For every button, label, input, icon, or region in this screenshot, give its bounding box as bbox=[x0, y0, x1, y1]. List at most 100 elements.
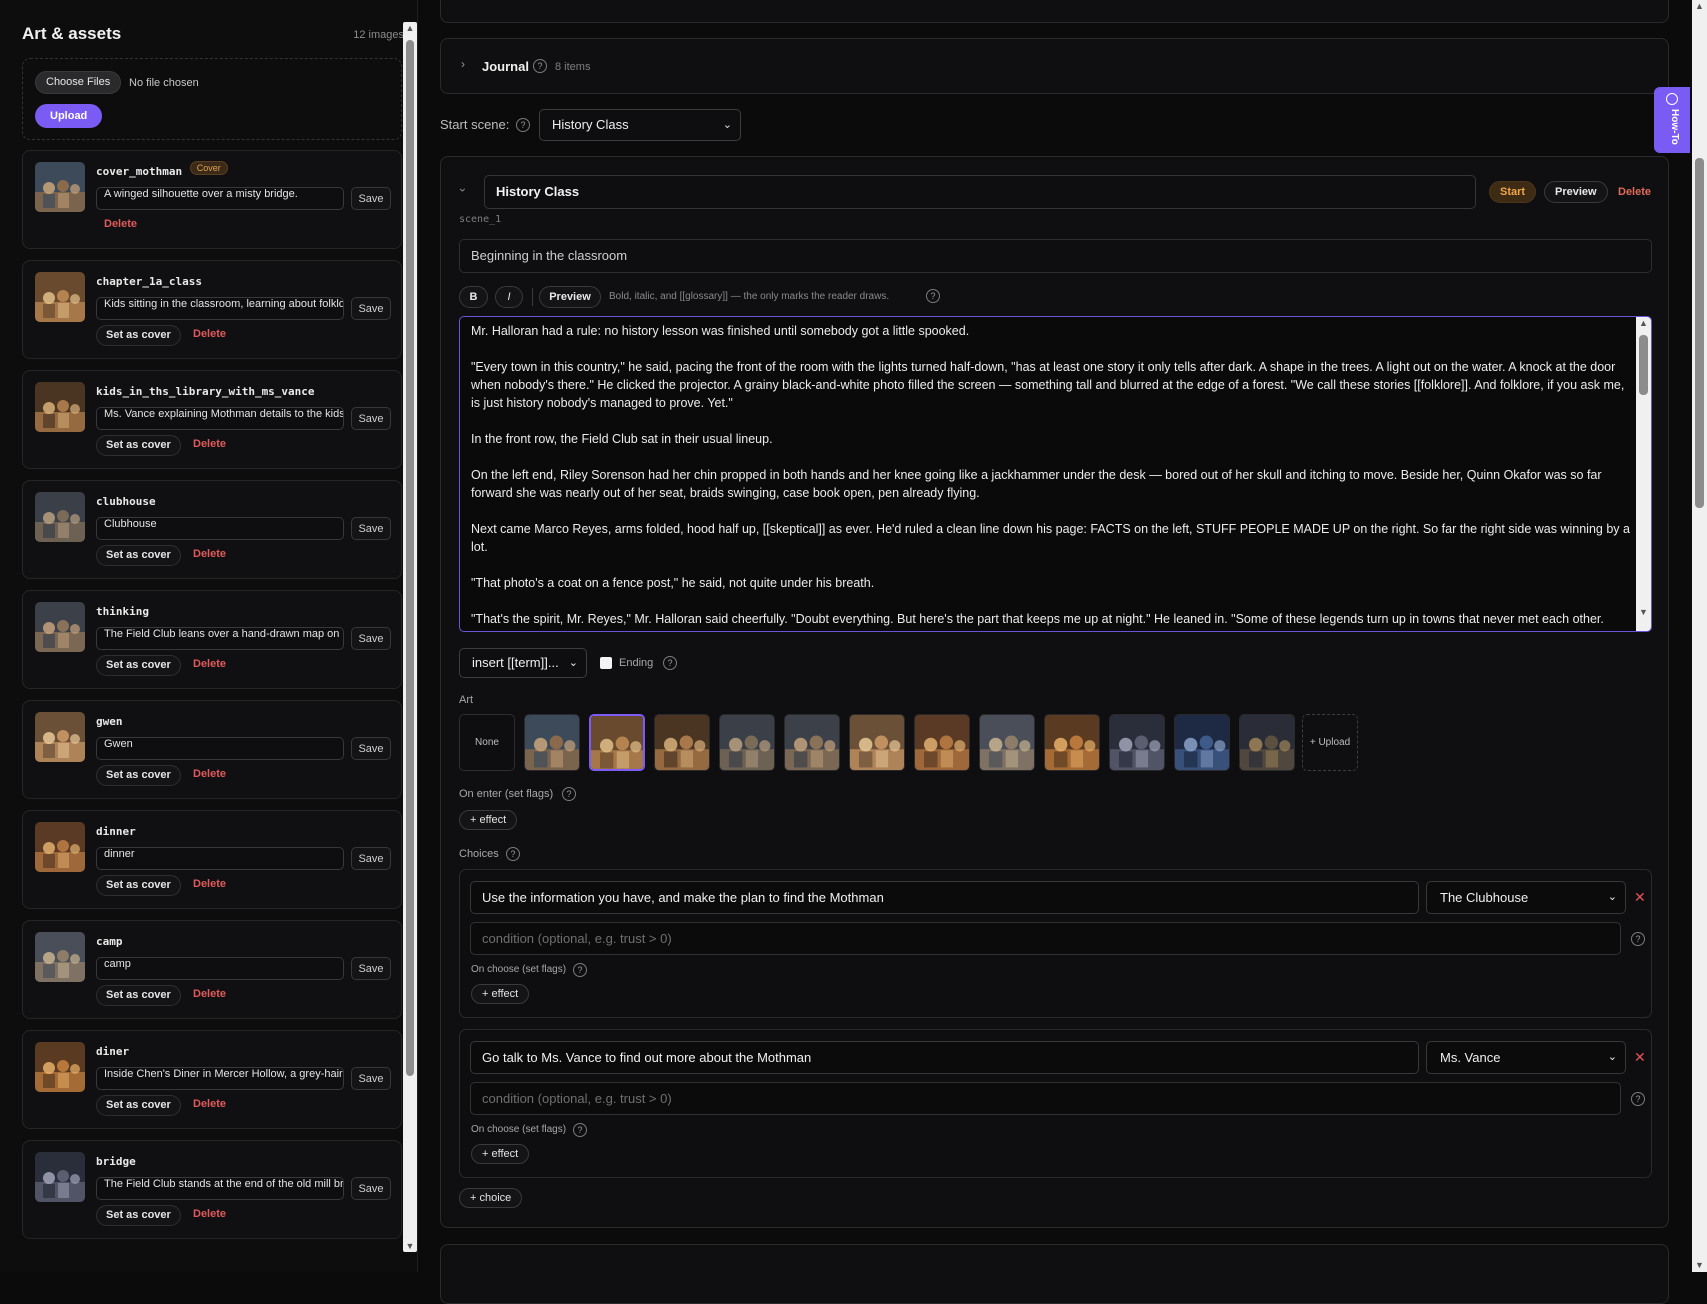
help-icon[interactable]: ? bbox=[1631, 932, 1645, 946]
asset-caption-input[interactable]: The Field Club stands at the end of the … bbox=[96, 1177, 344, 1200]
asset-save-button[interactable]: Save bbox=[351, 187, 391, 210]
start-badge[interactable]: Start bbox=[1489, 181, 1537, 203]
asset-save-button[interactable]: Save bbox=[351, 627, 391, 650]
asset-delete-button[interactable]: Delete bbox=[104, 218, 137, 230]
text-preview-button[interactable]: Preview bbox=[539, 286, 601, 308]
chevron-down-icon[interactable]: › bbox=[456, 188, 470, 192]
asset-caption-input[interactable]: Clubhouse bbox=[96, 517, 344, 540]
art-option[interactable] bbox=[1044, 714, 1100, 771]
scene-preview-button[interactable]: Preview bbox=[1544, 181, 1608, 203]
art-none-option[interactable]: None bbox=[459, 714, 515, 771]
asset-save-button[interactable]: Save bbox=[351, 847, 391, 870]
asset-save-button[interactable]: Save bbox=[351, 1067, 391, 1090]
asset-caption-input[interactable]: Ms. Vance explaining Mothman details to … bbox=[96, 407, 344, 430]
scroll-up-arrow-icon[interactable]: ▲ bbox=[403, 23, 417, 33]
set-cover-button[interactable]: Set as cover bbox=[96, 875, 181, 896]
asset-save-button[interactable]: Save bbox=[351, 407, 391, 430]
chevron-right-icon[interactable]: › bbox=[461, 57, 465, 71]
upload-button[interactable]: Upload bbox=[35, 104, 103, 128]
asset-thumbnail[interactable] bbox=[35, 822, 85, 872]
editor-scroll-thumb[interactable] bbox=[1639, 335, 1648, 395]
set-cover-button[interactable]: Set as cover bbox=[96, 985, 181, 1006]
remove-choice-icon[interactable]: ✕ bbox=[1634, 1049, 1646, 1066]
help-icon[interactable]: ? bbox=[516, 118, 530, 132]
art-upload-button[interactable]: + Upload bbox=[1302, 714, 1358, 771]
italic-button[interactable]: I bbox=[495, 286, 523, 308]
asset-save-button[interactable]: Save bbox=[351, 737, 391, 760]
art-option[interactable] bbox=[849, 714, 905, 771]
choice-text-input[interactable]: Go talk to Ms. Vance to find out more ab… bbox=[470, 1041, 1419, 1074]
choice-target-select[interactable]: Ms. Vance ⌄ bbox=[1426, 1041, 1626, 1074]
art-option[interactable] bbox=[784, 714, 840, 771]
scroll-down-arrow-icon[interactable]: ▼ bbox=[1636, 607, 1651, 617]
help-icon[interactable]: ? bbox=[573, 1123, 587, 1137]
asset-delete-button[interactable]: Delete bbox=[193, 1098, 226, 1110]
scroll-up-arrow-icon[interactable]: ▲ bbox=[1636, 318, 1651, 328]
remove-choice-icon[interactable]: ✕ bbox=[1634, 889, 1646, 906]
condition-input[interactable]: condition (optional, e.g. trust > 0) bbox=[470, 922, 1621, 955]
help-icon[interactable]: ? bbox=[1631, 1092, 1645, 1106]
set-cover-button[interactable]: Set as cover bbox=[96, 765, 181, 786]
help-icon[interactable]: ? bbox=[573, 963, 587, 977]
page-scroll-thumb[interactable] bbox=[1695, 158, 1704, 508]
choice-text-input[interactable]: Use the information you have, and make t… bbox=[470, 881, 1419, 914]
start-scene-select[interactable]: History Class ⌄ bbox=[539, 109, 741, 141]
asset-caption-input[interactable]: A winged silhouette over a misty bridge. bbox=[96, 187, 344, 210]
scroll-up-arrow-icon[interactable]: ▲ bbox=[1692, 1, 1707, 11]
asset-save-button[interactable]: Save bbox=[351, 1177, 391, 1200]
asset-thumbnail[interactable] bbox=[35, 602, 85, 652]
asset-save-button[interactable]: Save bbox=[351, 517, 391, 540]
scroll-down-arrow-icon[interactable]: ▼ bbox=[1692, 1260, 1707, 1270]
help-icon[interactable]: ? bbox=[506, 847, 520, 861]
page-scrollbar[interactable]: ▲ ▼ bbox=[1692, 0, 1707, 1272]
scene-title-input[interactable]: History Class bbox=[484, 175, 1476, 209]
add-choice-button[interactable]: + choice bbox=[459, 1188, 523, 1208]
set-cover-button[interactable]: Set as cover bbox=[96, 325, 181, 346]
sidebar-scroll-thumb[interactable] bbox=[406, 40, 414, 1076]
art-option[interactable] bbox=[654, 714, 710, 771]
scroll-down-arrow-icon[interactable]: ▼ bbox=[403, 1241, 417, 1251]
help-icon[interactable]: ? bbox=[663, 656, 677, 670]
asset-delete-button[interactable]: Delete bbox=[193, 878, 226, 890]
asset-thumbnail[interactable] bbox=[35, 1042, 85, 1092]
asset-delete-button[interactable]: Delete bbox=[193, 988, 226, 1000]
scene-delete-button[interactable]: Delete bbox=[1618, 186, 1651, 198]
asset-caption-input[interactable]: The Field Club leans over a hand-drawn m… bbox=[96, 627, 344, 650]
asset-delete-button[interactable]: Delete bbox=[193, 658, 226, 670]
scene-body-textarea[interactable]: Mr. Halloran had a rule: no history less… bbox=[459, 316, 1652, 632]
art-option[interactable] bbox=[979, 714, 1035, 771]
bold-button[interactable]: B bbox=[459, 286, 488, 308]
condition-input[interactable]: condition (optional, e.g. trust > 0) bbox=[470, 1082, 1621, 1115]
set-cover-button[interactable]: Set as cover bbox=[96, 1095, 181, 1116]
add-effect-button[interactable]: + effect bbox=[471, 1144, 530, 1164]
asset-thumbnail[interactable] bbox=[35, 272, 85, 322]
asset-thumbnail[interactable] bbox=[35, 1152, 85, 1202]
set-cover-button[interactable]: Set as cover bbox=[96, 545, 181, 566]
asset-save-button[interactable]: Save bbox=[351, 297, 391, 320]
choose-files-button[interactable]: Choose Files bbox=[35, 71, 122, 94]
asset-thumbnail[interactable] bbox=[35, 712, 85, 762]
asset-delete-button[interactable]: Delete bbox=[193, 548, 226, 560]
help-icon[interactable]: ? bbox=[562, 787, 576, 801]
asset-save-button[interactable]: Save bbox=[351, 957, 391, 980]
set-cover-button[interactable]: Set as cover bbox=[96, 435, 181, 456]
asset-thumbnail[interactable] bbox=[35, 162, 85, 212]
help-icon[interactable]: ? bbox=[926, 289, 940, 303]
sidebar-scrollbar[interactable]: ▲ ▼ bbox=[403, 22, 417, 1252]
asset-thumbnail[interactable] bbox=[35, 382, 85, 432]
editor-scrollbar[interactable]: ▲ ▼ bbox=[1636, 317, 1651, 631]
art-option-selected[interactable] bbox=[589, 714, 645, 771]
art-option[interactable] bbox=[1239, 714, 1295, 771]
asset-caption-input[interactable]: dinner bbox=[96, 847, 344, 870]
ending-checkbox[interactable] bbox=[600, 657, 612, 669]
art-option[interactable] bbox=[914, 714, 970, 771]
scene-summary-input[interactable]: Beginning in the classroom bbox=[459, 239, 1652, 273]
art-option[interactable] bbox=[1174, 714, 1230, 771]
add-effect-button[interactable]: + effect bbox=[459, 810, 518, 830]
asset-delete-button[interactable]: Delete bbox=[193, 1208, 226, 1220]
journal-section[interactable]: › Journal ? 8 items bbox=[440, 38, 1669, 94]
asset-thumbnail[interactable] bbox=[35, 492, 85, 542]
art-option[interactable] bbox=[524, 714, 580, 771]
art-option[interactable] bbox=[719, 714, 775, 771]
help-icon[interactable]: ? bbox=[533, 59, 547, 73]
